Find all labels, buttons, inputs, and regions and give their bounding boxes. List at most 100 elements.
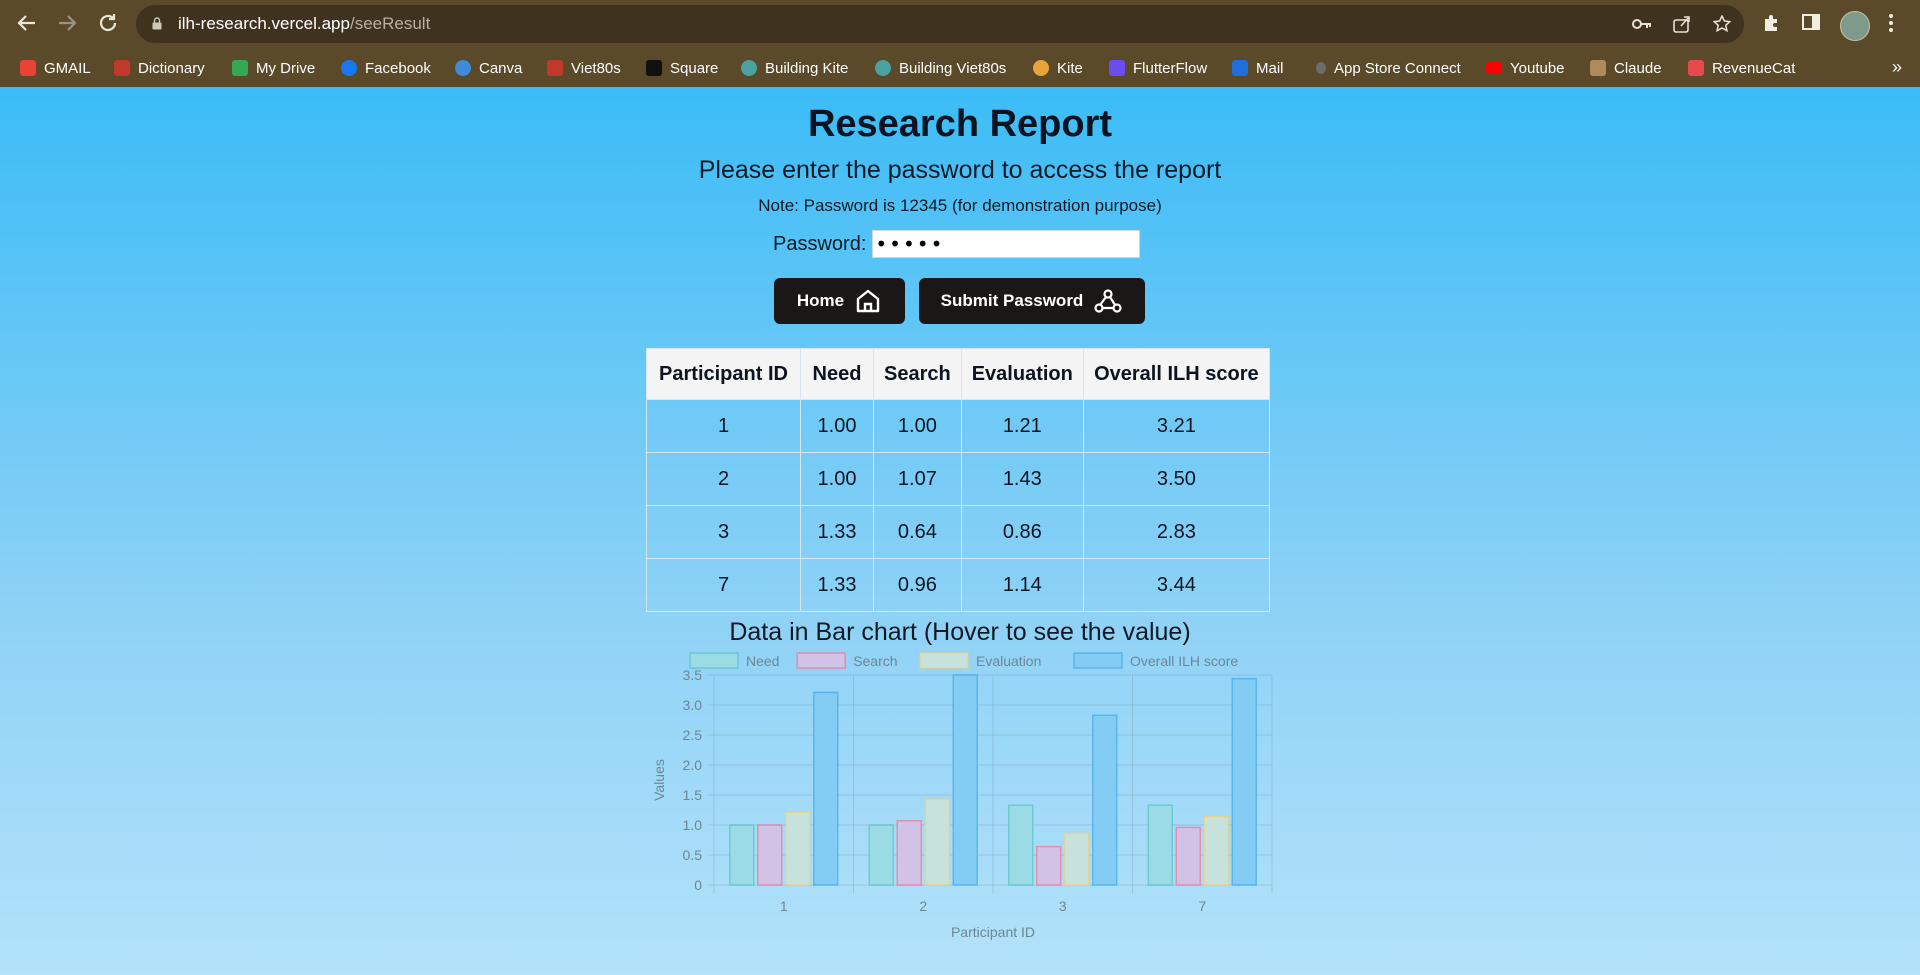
chart-title: Data in Bar chart (Hover to see the valu…: [729, 618, 1191, 646]
claude-icon: [1590, 60, 1606, 76]
legend-swatch: [1073, 652, 1123, 669]
facebook-icon: [341, 60, 357, 76]
table-cell: 1.33: [800, 558, 874, 612]
table-cell: 2: [646, 452, 801, 506]
bookmark-facebook[interactable]: Facebook: [341, 58, 431, 78]
url-text: ilh-research.vercel.app/seeResult: [178, 14, 431, 33]
table-cell: 1.43: [960, 452, 1084, 506]
bar: [1008, 804, 1034, 886]
x-axis-label: Participant ID: [951, 924, 1035, 940]
x-tick-label: 7: [1198, 898, 1206, 914]
bookmark-mail[interactable]: Mail: [1232, 58, 1284, 78]
bookmark-viet80s[interactable]: Viet80s: [547, 58, 621, 78]
legend-label: Need: [746, 653, 779, 669]
bookmark-dictionary[interactable]: Dictionary: [114, 58, 205, 78]
key-icon[interactable]: [1632, 15, 1652, 38]
gmail-icon: [20, 60, 36, 76]
webhook-icon: [1094, 289, 1122, 313]
column-header: Overall ILH score: [1082, 348, 1270, 400]
bookmark-kite[interactable]: Kite: [1033, 58, 1083, 78]
submit-button-label: Submit Password: [940, 291, 1084, 310]
bookmark-canva[interactable]: Canva: [455, 58, 522, 78]
bar-chart[interactable]: 0 0.5 1.0 1.5 2.0 2.5 3.0 3.5 1 2 3 7 Participant ID…: [648, 651, 1274, 951]
x-tick-label: 1: [780, 898, 788, 914]
bookmark-gmail[interactable]: GMAIL: [20, 58, 91, 78]
bookmark-revenuecat[interactable]: RevenueCat: [1688, 58, 1795, 78]
home-button[interactable]: Home: [774, 278, 905, 324]
bookmark-star-icon[interactable]: [1712, 14, 1732, 38]
table-row: 7 1.33 0.96 1.14 3.44: [646, 558, 1270, 612]
table-cell: 0.64: [873, 505, 962, 559]
address-bar[interactable]: ilh-research.vercel.app/seeResult: [136, 5, 1744, 43]
lock-icon: [152, 17, 162, 30]
y-tick-label: 2.5: [683, 727, 703, 743]
table-cell: 3.21: [1082, 399, 1270, 453]
back-icon[interactable]: [14, 12, 40, 38]
bookmark-claude[interactable]: Claude: [1590, 58, 1662, 78]
table-cell: 7: [646, 558, 801, 612]
drive-icon: [232, 60, 248, 76]
password-label: Password:: [773, 232, 867, 255]
outlook-icon: [1232, 60, 1248, 76]
menu-kebab-icon[interactable]: [1888, 13, 1894, 38]
canva-icon: [455, 60, 471, 76]
password-row: Password: •••••: [773, 228, 1141, 260]
bar: [729, 824, 755, 886]
submit-password-button[interactable]: Submit Password: [919, 278, 1145, 324]
page-content: Research Report Please enter the passwor…: [0, 87, 1920, 975]
bar: [1036, 845, 1062, 886]
bar: [1175, 826, 1201, 886]
password-note: Note: Password is 12345 (for demonstrati…: [758, 196, 1162, 215]
legend-label: Search: [853, 653, 897, 669]
share-icon[interactable]: [1673, 15, 1691, 38]
password-input[interactable]: •••••: [872, 230, 1141, 258]
extensions-icon[interactable]: [1762, 13, 1782, 38]
table-cell: 1.33: [800, 505, 874, 559]
y-tick-label: 1.5: [683, 787, 703, 803]
bar: [1092, 714, 1118, 886]
profile-avatar[interactable]: [1840, 11, 1870, 41]
bookmark-my-drive[interactable]: My Drive: [232, 58, 315, 78]
legend-swatch: [796, 652, 846, 669]
bookmark-app-store-connect[interactable]: App Store Connect: [1316, 58, 1461, 78]
column-header: Search: [873, 348, 962, 400]
bar: [1203, 815, 1229, 886]
forward-icon[interactable]: [54, 12, 80, 38]
kite-swirl-icon: [741, 60, 757, 76]
square-icon: [646, 60, 662, 76]
bookmark-building-kite[interactable]: Building Kite: [741, 58, 848, 78]
flutterflow-icon: [1109, 60, 1125, 76]
table-cell: 0.86: [960, 505, 1084, 559]
y-tick-label: 1.0: [683, 817, 703, 833]
youtube-icon: [1486, 62, 1502, 74]
bookmark-building-viet80s[interactable]: Building Viet80s: [875, 58, 1006, 78]
table-row: 3 1.33 0.64 0.86 2.83: [646, 505, 1270, 559]
bar: [896, 820, 922, 886]
y-tick-label: 3.5: [683, 667, 703, 683]
browser-toolbar: ilh-research.vercel.app/seeResult: [0, 0, 1920, 49]
side-panel-icon[interactable]: [1802, 13, 1820, 36]
table-header-row: Participant ID Need Search Evaluation Ov…: [646, 348, 1270, 400]
table-cell: 3.50: [1082, 452, 1270, 506]
bookmark-youtube[interactable]: Youtube: [1486, 58, 1565, 78]
x-tick-label: 2: [919, 898, 927, 914]
y-tick-label: 2.0: [683, 757, 703, 773]
more-bookmarks-icon[interactable]: »: [1892, 57, 1902, 78]
revenuecat-icon: [1688, 60, 1704, 76]
bookmark-square[interactable]: Square: [646, 58, 718, 78]
column-header: Participant ID: [646, 348, 801, 400]
table-cell: 2.83: [1082, 505, 1270, 559]
apple-icon: [1316, 62, 1326, 74]
bar: [952, 674, 978, 886]
column-header: Evaluation: [960, 348, 1084, 400]
bookmark-flutterflow[interactable]: FlutterFlow: [1109, 58, 1207, 78]
bar: [1064, 832, 1090, 886]
legend-swatch: [689, 652, 739, 669]
viet80s-icon: [547, 60, 563, 76]
table-cell: 1.21: [960, 399, 1084, 453]
reload-icon[interactable]: [95, 12, 121, 38]
y-tick-label: 0.5: [683, 847, 703, 863]
table-cell: 1: [646, 399, 801, 453]
bar: [1147, 804, 1173, 886]
kite-swirl-icon: [875, 60, 891, 76]
